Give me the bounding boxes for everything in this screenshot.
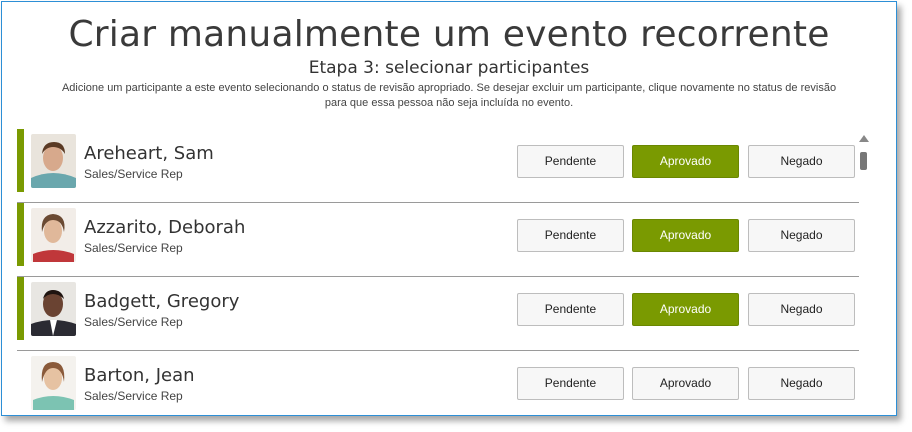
- participant-role: Sales/Service Rep: [84, 389, 183, 403]
- approved-button[interactable]: Aprovado: [632, 145, 739, 178]
- participant-row: Badgett, Gregory Sales/Service Rep Pende…: [17, 277, 859, 351]
- selected-indicator-bar: [17, 129, 24, 192]
- participant-name: Areheart, Sam: [84, 143, 214, 164]
- scroll-up-arrow-icon[interactable]: [859, 135, 869, 142]
- denied-button[interactable]: Negado: [748, 293, 855, 326]
- denied-button[interactable]: Negado: [748, 145, 855, 178]
- denied-button[interactable]: Negado: [748, 219, 855, 252]
- avatar: [31, 208, 76, 262]
- participant-row: Barton, Jean Sales/Service Rep Pendente …: [17, 351, 859, 415]
- participant-row: Areheart, Sam Sales/Service Rep Pendente…: [17, 129, 859, 203]
- dialog-frame: Criar manualmente um evento recorrente E…: [1, 1, 897, 416]
- approved-button[interactable]: Aprovado: [632, 367, 739, 400]
- participant-role: Sales/Service Rep: [84, 167, 183, 181]
- denied-button[interactable]: Negado: [748, 367, 855, 400]
- participant-name: Barton, Jean: [84, 365, 195, 386]
- page-title: Criar manualmente um evento recorrente: [68, 14, 830, 55]
- selected-indicator-bar: [17, 277, 24, 340]
- scrollbar-thumb[interactable]: [860, 152, 867, 170]
- vertical-scrollbar[interactable]: [857, 135, 871, 415]
- selected-indicator-bar: [17, 203, 24, 266]
- participants-list: Areheart, Sam Sales/Service Rep Pendente…: [17, 129, 859, 415]
- participant-row: Azzarito, Deborah Sales/Service Rep Pend…: [17, 203, 859, 277]
- participant-name: Azzarito, Deborah: [84, 217, 246, 238]
- approved-button[interactable]: Aprovado: [632, 293, 739, 326]
- approved-button[interactable]: Aprovado: [632, 219, 739, 252]
- participant-role: Sales/Service Rep: [84, 241, 183, 255]
- pending-button[interactable]: Pendente: [517, 145, 624, 178]
- instructions-line-1: Adicione um participante a este evento s…: [61, 82, 837, 94]
- pending-button[interactable]: Pendente: [517, 367, 624, 400]
- instructions-text: Adicione um participante a este evento s…: [22, 81, 876, 111]
- avatar: [31, 134, 76, 188]
- pending-button[interactable]: Pendente: [517, 219, 624, 252]
- step-subtitle: Etapa 3: selecionar participantes: [308, 58, 590, 78]
- avatar: [31, 356, 76, 410]
- participant-name: Badgett, Gregory: [84, 291, 240, 312]
- avatar: [31, 282, 76, 336]
- participant-role: Sales/Service Rep: [84, 315, 183, 329]
- instructions-line-2: para que essa pessoa não seja incluída n…: [324, 97, 574, 109]
- pending-button[interactable]: Pendente: [517, 293, 624, 326]
